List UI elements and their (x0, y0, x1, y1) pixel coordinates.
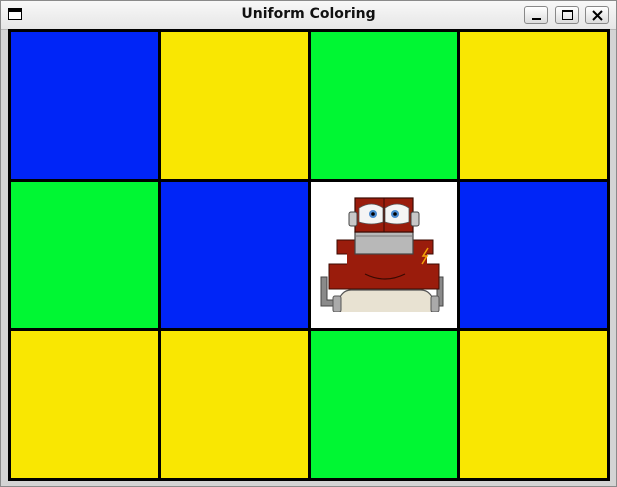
close-button[interactable] (585, 6, 609, 24)
close-icon (592, 10, 603, 21)
board-cell-r1-c0[interactable] (11, 181, 158, 329)
game-board (8, 29, 610, 481)
app-window: Uniform Coloring (0, 0, 617, 487)
painter-robot-icon (320, 197, 443, 312)
board-cell-r0-c1[interactable] (160, 32, 308, 179)
minimize-button[interactable] (524, 6, 548, 24)
board-cell-r2-c2[interactable] (310, 331, 458, 478)
minimize-icon (532, 18, 541, 20)
board-cell-r0-c2[interactable] (310, 32, 458, 179)
title-bar[interactable]: Uniform Coloring (1, 1, 616, 30)
board-cell-r2-c0[interactable] (11, 331, 158, 478)
board-cell-r1-c2[interactable] (310, 181, 458, 329)
maximize-icon (562, 10, 573, 20)
board-cell-r0-c0[interactable] (11, 32, 158, 179)
board-cell-r2-c1[interactable] (160, 331, 308, 478)
maximize-button[interactable] (555, 6, 579, 24)
board-cell-r2-c3[interactable] (460, 331, 607, 478)
board-cell-r1-c1[interactable] (160, 181, 308, 329)
board-cell-r0-c3[interactable] (460, 32, 607, 179)
board-cell-r1-c3[interactable] (460, 181, 607, 329)
